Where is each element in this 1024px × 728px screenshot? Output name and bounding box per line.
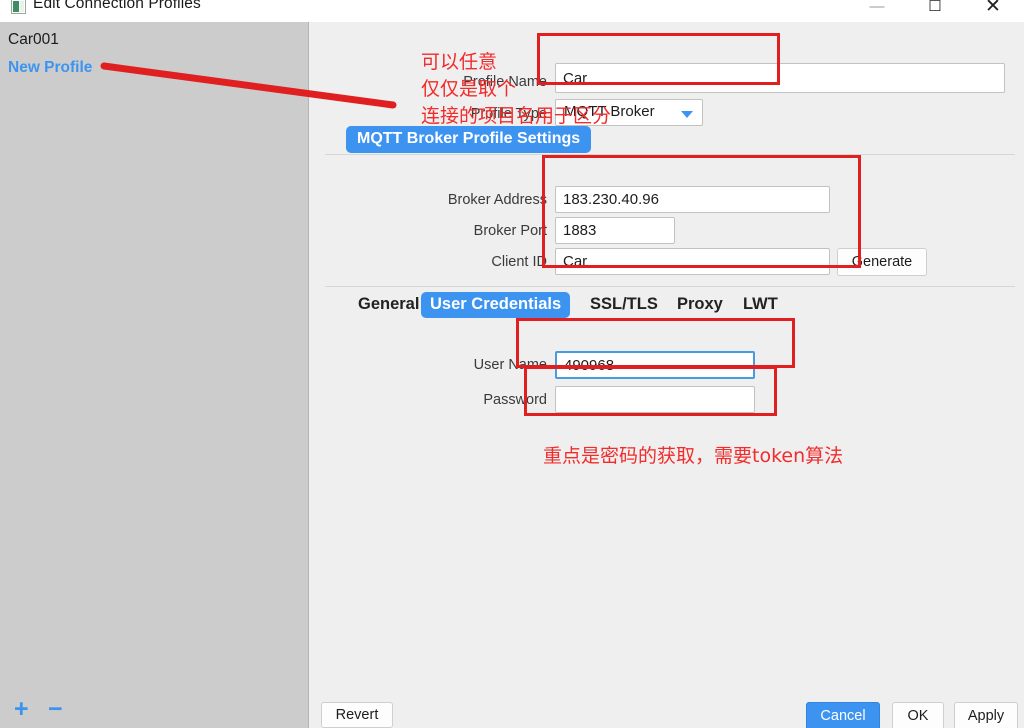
annotation-note-line3: 连接的项目名用于区分 [421, 105, 612, 127]
sidebar-item-new-profile[interactable]: New Profile [8, 59, 92, 77]
header-divider [325, 154, 1015, 155]
tab-user-credentials[interactable]: User Credentials [421, 292, 571, 318]
profile-name-input[interactable] [555, 63, 1005, 93]
cancel-button[interactable]: Cancel [806, 702, 880, 728]
minimize-button[interactable]: — [862, 0, 892, 20]
maximize-button[interactable]: ☐ [920, 0, 950, 20]
broker-address-input[interactable] [555, 186, 830, 213]
broker-port-input[interactable] [555, 217, 675, 244]
title-bar: Edit Connection Profiles — ☐ ✕ [0, 0, 1024, 23]
tab-proxy[interactable]: Proxy [668, 292, 732, 318]
broker-address-label: Broker Address [447, 192, 547, 208]
annotation-note-bottom: 重点是密码的获取，需要token算法 [543, 445, 844, 467]
profiles-sidebar: Car001 New Profile + − [0, 22, 309, 728]
annotation-section-badge: MQTT Broker Profile Settings [346, 126, 592, 153]
broker-divider [325, 286, 1015, 287]
annotation-note-line1: 可以任意 [421, 51, 498, 73]
window-title: Edit Connection Profiles [33, 0, 201, 12]
annotation-note-line2: 仅仅是取个 [421, 78, 517, 100]
remove-profile-button[interactable]: − [48, 697, 63, 722]
sidebar-toolbar: + − [0, 692, 308, 728]
client-id-input[interactable] [555, 248, 830, 275]
edit-connection-profiles-window: Edit Connection Profiles — ☐ ✕ Car001 Ne… [0, 0, 1024, 728]
chevron-down-icon [681, 111, 693, 118]
tab-general[interactable]: General [349, 292, 428, 318]
sidebar-item-car001[interactable]: Car001 [8, 31, 59, 49]
generate-client-id-button[interactable]: Generate [837, 248, 927, 276]
password-input[interactable] [555, 386, 755, 413]
apply-button[interactable]: Apply [954, 702, 1018, 728]
user-name-input[interactable] [555, 351, 755, 379]
tab-ssl-tls[interactable]: SSL/TLS [581, 292, 667, 318]
app-window-icon [11, 0, 26, 14]
tab-lwt[interactable]: LWT [734, 292, 787, 318]
ok-button[interactable]: OK [892, 702, 944, 728]
user-name-label: User Name [473, 357, 547, 373]
client-id-label: Client ID [491, 254, 547, 270]
password-label: Password [483, 392, 547, 408]
broker-port-label: Broker Port [473, 223, 547, 239]
add-profile-button[interactable]: + [14, 697, 29, 722]
revert-button[interactable]: Revert [321, 702, 393, 728]
close-button[interactable]: ✕ [978, 0, 1008, 20]
